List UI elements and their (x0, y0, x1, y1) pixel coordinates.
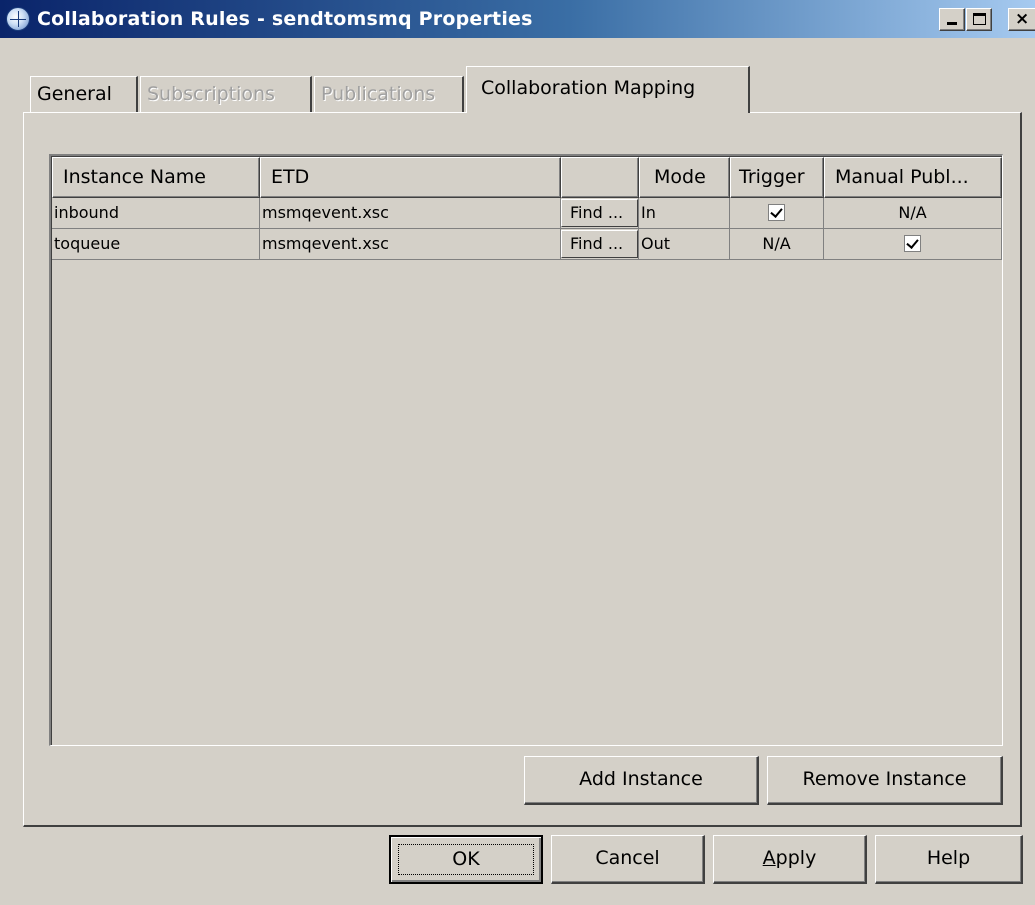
add-instance-button[interactable]: Add Instance (524, 756, 759, 805)
column-header-instance-name[interactable]: Instance Name (52, 157, 260, 198)
cancel-button[interactable]: Cancel (551, 835, 705, 884)
tab-publications: Publications (314, 76, 464, 113)
tab-general[interactable]: General (30, 76, 138, 113)
trigger-cell (730, 198, 824, 229)
window-title: Collaboration Rules - sendtomsmq Propert… (37, 8, 533, 30)
manual-publish-cell (824, 229, 1002, 260)
trigger-checkbox[interactable] (768, 203, 785, 221)
instance-name-cell[interactable]: toqueue (52, 229, 260, 260)
remove-instance-button[interactable]: Remove Instance (767, 756, 1003, 805)
maximize-icon (973, 13, 986, 25)
close-icon: × (1015, 9, 1030, 29)
column-header-manual-publish[interactable]: Manual Publ... (824, 157, 1002, 198)
focus-rect (398, 844, 534, 875)
globe-icon (6, 7, 30, 31)
find-button[interactable]: Find ... (561, 199, 638, 227)
find-button[interactable]: Find ... (561, 230, 638, 258)
mode-cell[interactable]: In (639, 198, 730, 229)
column-header-mode[interactable]: Mode (639, 157, 730, 198)
etd-cell[interactable]: msmqevent.xsc (260, 198, 561, 229)
manual-publish-cell: N/A (824, 198, 1002, 229)
close-button[interactable]: × (1008, 8, 1035, 31)
apply-button[interactable]: Apply (713, 835, 867, 884)
column-header-trigger[interactable]: Trigger (730, 157, 824, 198)
tab-subscriptions: Subscriptions (140, 76, 312, 113)
apply-mnemonic: A (762, 847, 776, 869)
mode-cell[interactable]: Out (639, 229, 730, 260)
maximize-button[interactable] (966, 8, 992, 31)
instance-name-cell[interactable]: inbound (52, 198, 260, 229)
ok-button[interactable]: OK (389, 835, 543, 884)
minimize-button[interactable] (939, 8, 965, 31)
table-body: Instance Name ETD Mode Trigger Manual Pu… (51, 156, 1002, 745)
title-bar[interactable]: Collaboration Rules - sendtomsmq Propert… (0, 0, 1035, 38)
etd-cell[interactable]: msmqevent.xsc (260, 229, 561, 260)
minimize-icon (947, 22, 957, 25)
tab-active-joint (467, 111, 748, 114)
apply-label: pply (775, 847, 817, 869)
manual-publish-checkbox[interactable] (904, 234, 921, 252)
tab-collaboration-mapping[interactable]: Collaboration Mapping (466, 66, 750, 113)
help-button[interactable]: Help (875, 835, 1023, 884)
column-header-find[interactable] (561, 157, 639, 198)
trigger-cell: N/A (730, 229, 824, 260)
instance-table[interactable]: Instance Name ETD Mode Trigger Manual Pu… (49, 154, 1003, 746)
column-header-etd[interactable]: ETD (260, 157, 561, 198)
